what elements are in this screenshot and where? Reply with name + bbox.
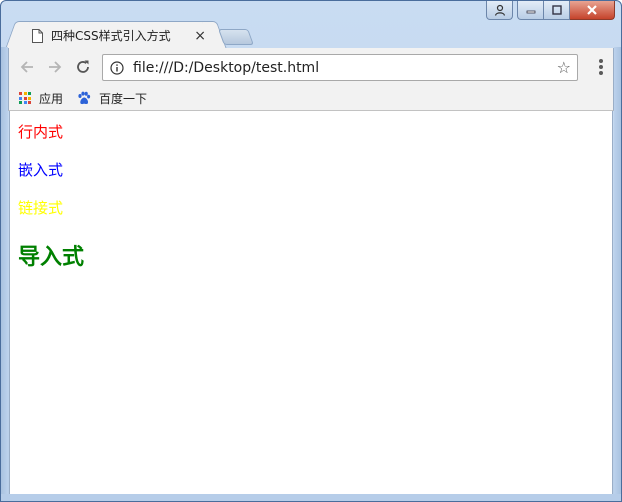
- menu-dot: [599, 71, 603, 75]
- back-arrow-icon: [20, 61, 33, 73]
- address-bar[interactable]: file:///D:/Desktop/test.html ☆: [102, 54, 578, 81]
- bookmark-apps[interactable]: 应用: [19, 90, 63, 107]
- user-icon: [494, 4, 505, 16]
- window-frame-right: [614, 47, 621, 501]
- reload-icon: [77, 60, 89, 73]
- profile-button[interactable]: [486, 1, 513, 20]
- forward-button[interactable]: [45, 57, 65, 77]
- close-icon: [587, 5, 597, 15]
- forward-arrow-icon: [49, 61, 62, 73]
- bookmark-label: 应用: [39, 91, 64, 106]
- tab-title: 四种CSS样式引入方式: [51, 29, 171, 43]
- linked-style-text: 链接式: [18, 199, 64, 217]
- embedded-style-text: 嵌入式: [18, 161, 64, 179]
- tab-close-button[interactable]: ×: [194, 29, 206, 43]
- back-button[interactable]: [17, 57, 37, 77]
- new-tab-button[interactable]: [218, 29, 254, 45]
- window-frame-bottom: [1, 494, 621, 501]
- bookmark-baidu[interactable]: 百度一下: [77, 90, 147, 107]
- baidu-paw-icon: [78, 91, 91, 105]
- maximize-icon: [551, 5, 562, 15]
- maximize-button[interactable]: [544, 1, 570, 20]
- bookmarks-bar: 应用 百度一下: [8, 86, 614, 111]
- window-frame-left: [1, 47, 8, 501]
- page-content: 行内式 嵌入式 链接式 导入式: [9, 111, 613, 494]
- bookmark-label: 百度一下: [99, 91, 148, 106]
- toolbar: file:///D:/Desktop/test.html ☆: [8, 48, 614, 86]
- info-icon[interactable]: [109, 60, 125, 76]
- page-icon: [32, 28, 43, 43]
- reload-button[interactable]: [73, 57, 93, 77]
- minimize-icon: [526, 10, 535, 14]
- apps-grid-icon: [19, 92, 31, 104]
- minimize-button[interactable]: [517, 1, 544, 20]
- url-text: file:///D:/Desktop/test.html: [133, 59, 320, 76]
- tab-active[interactable]: 四种CSS样式引入方式 ×: [19, 21, 213, 49]
- window-controls: [486, 1, 615, 21]
- menu-dot: [599, 65, 603, 69]
- menu-button[interactable]: [599, 59, 603, 75]
- inline-style-text: 行内式: [18, 123, 64, 141]
- bookmark-star-icon[interactable]: ☆: [557, 59, 571, 76]
- close-window-button[interactable]: [570, 1, 615, 20]
- menu-dot: [599, 59, 603, 63]
- browser-window: 四种CSS样式引入方式 × file:///D:/Desktop/test.ht…: [0, 0, 622, 502]
- imported-style-heading: 导入式: [18, 245, 85, 270]
